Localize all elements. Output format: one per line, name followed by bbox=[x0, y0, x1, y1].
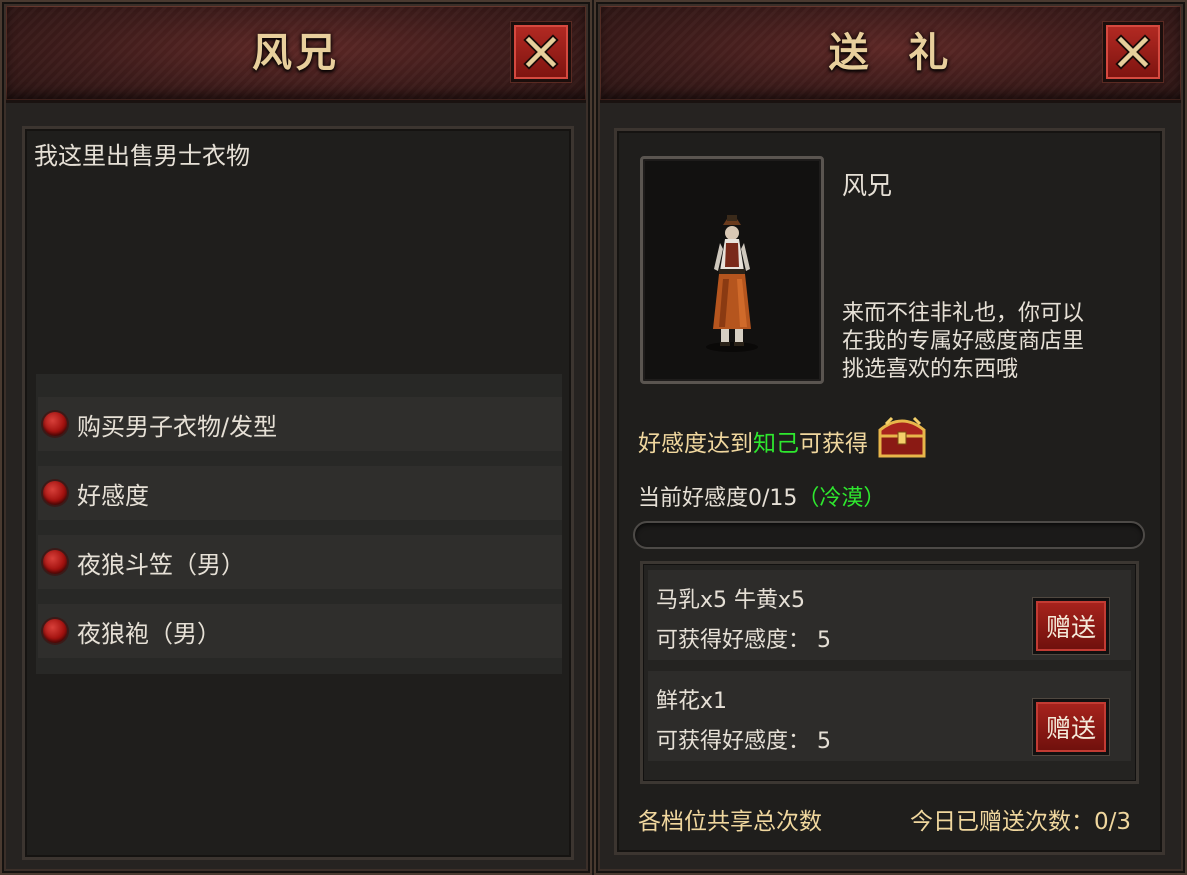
footer-daily-count: 今日已赠送次数：0/3 bbox=[910, 809, 1132, 835]
gift-items: 鲜花x1 bbox=[656, 689, 728, 714]
npc-shop-panel: 风兄 我这里出售男士衣物 购买男子衣物/发型 好感度 夜狼斗笠（男） 夜狼袍（男… bbox=[0, 0, 592, 875]
npc-dialog-line: 在我的专属好感度商店里 bbox=[842, 329, 1085, 354]
close-icon bbox=[523, 34, 559, 70]
gift-gain: 可获得好感度： 5 bbox=[656, 729, 831, 754]
right-close-button[interactable] bbox=[1103, 22, 1163, 82]
reward-suffix: 可获得 bbox=[799, 431, 868, 457]
menu-item-label: 夜狼斗笠（男） bbox=[77, 550, 245, 579]
gift-gain: 可获得好感度： 5 bbox=[656, 628, 831, 653]
gift-title: 送 礼 bbox=[828, 29, 953, 76]
footer-shared-count: 各档位共享总次数 bbox=[638, 809, 822, 835]
menu-item-night-wolf-robe[interactable]: 夜狼袍（男） bbox=[38, 604, 562, 658]
current-favorability: 当前好感度0/15（冷漠） bbox=[638, 480, 885, 512]
favorability-progress-bar bbox=[633, 521, 1145, 549]
menu-item-label: 购买男子衣物/发型 bbox=[77, 412, 278, 441]
npc-name: 风兄 bbox=[842, 171, 893, 200]
give-gift-button[interactable]: 赠送 bbox=[1033, 598, 1109, 654]
npc-dialog-line: 挑选喜欢的东西哦 bbox=[842, 357, 1019, 382]
menu-item-buy-clothes[interactable]: 购买男子衣物/发型 bbox=[38, 397, 562, 451]
reward-prefix: 好感度达到 bbox=[638, 431, 753, 457]
left-close-button[interactable] bbox=[511, 22, 571, 82]
npc-character-image bbox=[706, 215, 758, 352]
current-prefix: 当前好感度 bbox=[638, 486, 749, 511]
close-icon bbox=[1115, 34, 1151, 70]
current-status: （冷漠） bbox=[797, 486, 886, 511]
npc-title: 风兄 bbox=[252, 29, 340, 76]
gift-row: 鲜花x1 可获得好感度： 5 赠送 bbox=[648, 671, 1131, 761]
menu-bullet-icon bbox=[43, 412, 67, 436]
menu-item-favorability[interactable]: 好感度 bbox=[38, 466, 562, 520]
menu-bullet-icon bbox=[43, 619, 67, 643]
npc-dialog: 来而不往非礼也，你可以 在我的专属好感度商店里 挑选喜欢的东西哦 bbox=[842, 300, 1084, 384]
menu-bullet-icon bbox=[43, 481, 67, 505]
reward-level: 知己 bbox=[753, 431, 799, 457]
menu-item-label: 好感度 bbox=[77, 481, 149, 510]
npc-description: 我这里出售男士衣物 bbox=[34, 142, 250, 170]
reward-text: 好感度达到知己可获得 bbox=[638, 424, 868, 458]
right-titlebar: 送 礼 bbox=[600, 6, 1181, 103]
left-titlebar: 风兄 bbox=[6, 6, 586, 103]
npc-portrait bbox=[640, 156, 824, 384]
npc-dialog-line: 来而不往非礼也，你可以 bbox=[842, 301, 1085, 326]
gift-items: 马乳x5 牛黄x5 bbox=[656, 588, 806, 613]
give-gift-button[interactable]: 赠送 bbox=[1033, 699, 1109, 755]
menu-item-night-wolf-hat[interactable]: 夜狼斗笠（男） bbox=[38, 535, 562, 589]
menu-item-label: 夜狼袍（男） bbox=[77, 619, 221, 648]
gift-row: 马乳x5 牛黄x5 可获得好感度： 5 赠送 bbox=[648, 570, 1131, 660]
current-value: 0/15 bbox=[748, 486, 798, 511]
treasure-chest-icon[interactable] bbox=[874, 410, 930, 462]
menu-bullet-icon bbox=[43, 550, 67, 574]
